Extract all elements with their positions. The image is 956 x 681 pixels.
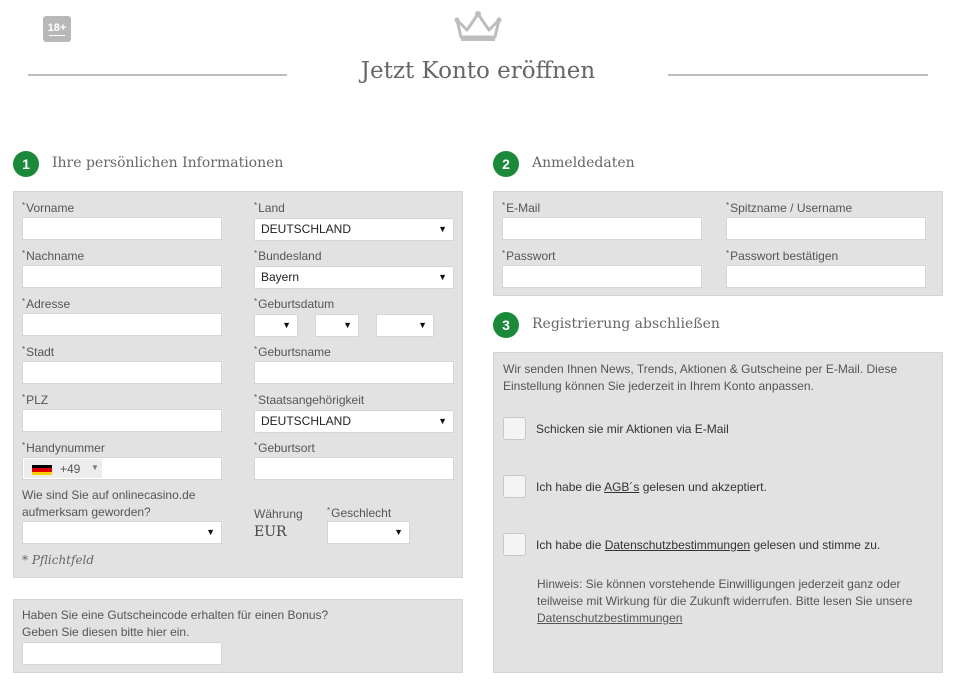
handynummer-label: *Handynummer <box>22 441 105 455</box>
consent-hint: Hinweis: Sie können vorstehende Einwilli… <box>537 577 913 625</box>
vorname-label: *Vorname <box>22 201 75 215</box>
phone-input[interactable]: +49 ▼ <box>22 457 222 480</box>
chevron-down-icon: ▼ <box>418 320 427 330</box>
privacy-link[interactable]: Datenschutzbestimmungen <box>605 538 750 552</box>
chevron-down-icon: ▼ <box>438 416 447 426</box>
chevron-down-icon: ▼ <box>438 224 447 234</box>
birth-month-select[interactable]: ▼ <box>315 314 359 337</box>
username-label: *Spitzname / Username <box>726 201 853 215</box>
privacy-checkbox[interactable] <box>503 533 526 556</box>
privacy-hint-link[interactable]: Datenschutzbestimmungen <box>537 611 682 625</box>
chevron-down-icon: ▼ <box>343 320 352 330</box>
geburtsort-input[interactable] <box>254 457 454 480</box>
plz-input[interactable] <box>22 409 222 432</box>
password-label: *Passwort <box>502 249 556 263</box>
source-select[interactable]: ▼ <box>22 521 222 544</box>
chevron-down-icon: ▼ <box>282 320 291 330</box>
bundesland-label: *Bundesland <box>254 249 322 263</box>
page-title: Jetzt Konto eröffnen <box>360 58 596 84</box>
password-input[interactable] <box>502 265 702 288</box>
chevron-down-icon: ▼ <box>438 272 447 282</box>
nachname-label: *Nachname <box>22 249 85 263</box>
agb-checkbox-label: Ich habe die AGB´s gelesen und akzeptier… <box>536 480 767 494</box>
bundesland-select[interactable]: Bayern ▼ <box>254 266 454 289</box>
chevron-down-icon: ▼ <box>91 463 99 472</box>
source-question-label: Wie sind Sie auf onlinecasino.de aufmerk… <box>22 488 196 519</box>
password-confirm-input[interactable] <box>726 265 926 288</box>
adresse-input[interactable] <box>22 313 222 336</box>
chevron-down-icon: ▼ <box>394 527 403 537</box>
section-title-complete: Registrierung abschließen <box>532 316 720 332</box>
agb-checkbox[interactable] <box>503 475 526 498</box>
newsletter-checkbox-label: Schicken sie mir Aktionen via E-Mail <box>536 422 729 436</box>
crown-icon <box>454 11 502 41</box>
agb-link[interactable]: AGB´s <box>604 480 639 494</box>
staatsangehoerigkeit-select[interactable]: DEUTSCHLAND ▼ <box>254 410 454 433</box>
geburtsname-label: *Geburtsname <box>254 345 331 359</box>
required-note: * Pflichtfeld <box>22 553 95 567</box>
newsletter-intro: Wir senden Ihnen News, Trends, Aktionen … <box>503 362 898 393</box>
stadt-input[interactable] <box>22 361 222 384</box>
waehrung-value: EUR <box>254 524 287 540</box>
section-title-personal: Ihre persönlichen Informationen <box>52 155 284 171</box>
geburtsname-input[interactable] <box>254 361 454 384</box>
chevron-down-icon: ▼ <box>206 527 215 537</box>
age-restriction-badge: 18+ <box>43 16 71 42</box>
step-number-1: 1 <box>13 151 39 177</box>
step-number-2: 2 <box>493 151 519 177</box>
vorname-input[interactable] <box>22 217 222 240</box>
stadt-label: *Stadt <box>22 345 55 359</box>
email-input[interactable] <box>502 217 702 240</box>
adresse-label: *Adresse <box>22 297 71 311</box>
section-title-login: Anmeldedaten <box>532 155 635 171</box>
newsletter-checkbox[interactable] <box>503 417 526 440</box>
geburtsort-label: *Geburtsort <box>254 441 315 455</box>
email-label: *E-Mail <box>502 201 541 215</box>
land-label: *Land <box>254 201 285 215</box>
geburtsdatum-label: *Geburtsdatum <box>254 297 335 311</box>
land-select[interactable]: DEUTSCHLAND ▼ <box>254 218 454 241</box>
country-code: +49 <box>60 462 81 476</box>
birth-day-select[interactable]: ▼ <box>254 314 298 337</box>
geschlecht-select[interactable]: ▼ <box>327 521 410 544</box>
staatsangehoerigkeit-label: *Staatsangehörigkeit <box>254 393 365 407</box>
birth-year-select[interactable]: ▼ <box>376 314 434 337</box>
plz-label: *PLZ <box>22 393 49 407</box>
privacy-checkbox-label: Ich habe die Datenschutzbestimmungen gel… <box>536 538 881 552</box>
country-code-selector[interactable]: +49 ▼ <box>24 459 102 478</box>
step-number-3: 3 <box>493 312 519 338</box>
nachname-input[interactable] <box>22 265 222 288</box>
username-input[interactable] <box>726 217 926 240</box>
waehrung-label: Währung <box>254 507 303 521</box>
voucher-input[interactable] <box>22 642 222 665</box>
password-confirm-label: *Passwort bestätigen <box>726 249 839 263</box>
voucher-text: Haben Sie eine Gutscheincode erhalten fü… <box>22 608 329 639</box>
flag-de-icon <box>32 465 52 475</box>
geschlecht-label: *Geschlecht <box>327 506 392 520</box>
